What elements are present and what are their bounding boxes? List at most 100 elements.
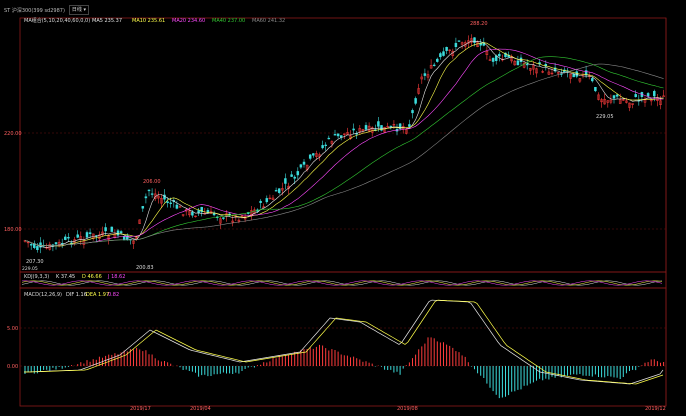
- candle-body: [591, 78, 594, 82]
- candle-body: [284, 178, 287, 184]
- candle-body: [377, 121, 380, 127]
- ma-header-items: MA5 235.37 MA10 235.61 MA20 234.60 MA40 237…: [92, 18, 285, 24]
- x-label-4: 2019/12: [645, 406, 666, 412]
- candle-body: [144, 196, 148, 199]
- kdj-lines: [21, 280, 663, 286]
- candle-body: [445, 46, 448, 51]
- annotation-low-1: 207.30: [26, 259, 44, 265]
- candle-body: [299, 164, 303, 168]
- candle-body: [327, 137, 331, 140]
- candle-body: [265, 198, 269, 203]
- candle-body: [88, 232, 92, 234]
- kdj-d: D 46.66: [82, 274, 102, 280]
- annotation-low-3: 229.05: [596, 114, 614, 120]
- candle-body: [662, 95, 665, 97]
- candle-body: [110, 226, 114, 232]
- candle-body: [525, 63, 529, 66]
- y-label-180: 180.00: [4, 227, 22, 233]
- candle-body: [321, 145, 324, 149]
- candle-body: [116, 230, 120, 236]
- candle-body: [634, 94, 637, 98]
- kdj-j: J 18.62: [107, 274, 125, 280]
- candle-body: [594, 87, 597, 92]
- candle-body: [336, 133, 340, 137]
- candle-body: [64, 236, 67, 240]
- candle-body: [491, 57, 495, 62]
- candle-body: [324, 144, 327, 147]
- candle-body: [308, 154, 312, 159]
- candle-body: [457, 40, 461, 42]
- ma-header-item: MA60 241.32: [252, 18, 285, 24]
- annotation-low-2: 200.83: [136, 265, 154, 271]
- candle-body: [76, 234, 79, 238]
- candle-body: [454, 42, 458, 48]
- candle-body: [175, 204, 179, 209]
- candle-body: [615, 94, 619, 97]
- candle-body: [274, 190, 278, 192]
- y-label-220: 220.00: [4, 131, 22, 137]
- macd-panel-frame: [19, 287, 667, 407]
- candle-body: [312, 153, 315, 156]
- macd-dea: DEA 1.97: [86, 292, 109, 298]
- ma-header-item: MA10 235.61: [132, 18, 165, 24]
- candle-body: [166, 201, 169, 204]
- macd-value: 0.82: [108, 292, 119, 298]
- ma-header-item: MA5 235.37: [92, 18, 122, 24]
- candle-body: [414, 98, 417, 104]
- candle-body: [389, 125, 393, 128]
- candle-body: [646, 93, 650, 97]
- candle-body: [411, 110, 414, 114]
- candle-body: [85, 232, 89, 238]
- kdj-header: KDJ(9,3,3) K 37.45 D 46.66 J 18.62: [24, 274, 125, 280]
- annotation-high: 288.20: [470, 21, 488, 27]
- candle-body: [277, 188, 281, 193]
- candle-body: [293, 176, 296, 179]
- candle-body: [259, 200, 262, 203]
- x-label-3: 2019/08: [397, 406, 418, 412]
- candle-body: [352, 128, 355, 131]
- candle-body: [141, 206, 145, 209]
- candle-body: [197, 210, 200, 214]
- candle-body: [612, 95, 616, 99]
- candle-body: [653, 90, 656, 97]
- ma-header-item: MA40 237.00: [212, 18, 245, 24]
- macd-histogram: [24, 337, 665, 399]
- candle-body: [436, 58, 439, 62]
- candle-body: [54, 242, 58, 245]
- candle-body: [150, 193, 154, 195]
- macd-y-label-5: 5.00: [7, 326, 18, 332]
- candle-body: [296, 171, 300, 176]
- candle-body: [408, 124, 411, 127]
- candle-body: [432, 64, 436, 67]
- candle-body: [442, 51, 445, 56]
- candle-body: [222, 217, 225, 219]
- candle-body: [423, 73, 427, 76]
- candle-body: [36, 246, 39, 251]
- stock-chart-window: ST 沪深300(399 sd2987) 日线 ▾ MA组合(5,10,20,4…: [0, 0, 686, 416]
- bottom-left-value: 229.05: [22, 266, 38, 272]
- macd-y-label-0: 0.00: [7, 364, 18, 370]
- chart-canvas[interactable]: MA组合(5,10,20,40,60,0,0) MA5 235.37 MA10 2…: [0, 0, 686, 416]
- candle-body: [191, 211, 194, 216]
- candle-body: [290, 174, 293, 177]
- candle-body: [67, 237, 70, 239]
- ma-line: [24, 48, 664, 247]
- candle-body: [302, 161, 306, 165]
- ma-line: [24, 56, 664, 247]
- kdj-title: KDJ(9,3,3): [24, 274, 49, 280]
- candle-body: [169, 202, 172, 204]
- moving-average-lines: [24, 40, 664, 248]
- ma-line: [24, 40, 664, 248]
- candle-body: [122, 236, 126, 241]
- ma-line: [24, 63, 664, 247]
- candle-body: [333, 134, 337, 136]
- candle-body: [516, 60, 520, 66]
- candle-body: [498, 53, 501, 57]
- candle-body: [104, 227, 107, 232]
- candle-body: [119, 231, 123, 234]
- ma-header-item: MA20 234.60: [172, 18, 205, 24]
- x-label-2: 2019/04: [190, 406, 211, 412]
- candle-body: [473, 37, 476, 43]
- macd-dif: DIF 1.16: [66, 292, 87, 298]
- candle-body: [29, 244, 33, 246]
